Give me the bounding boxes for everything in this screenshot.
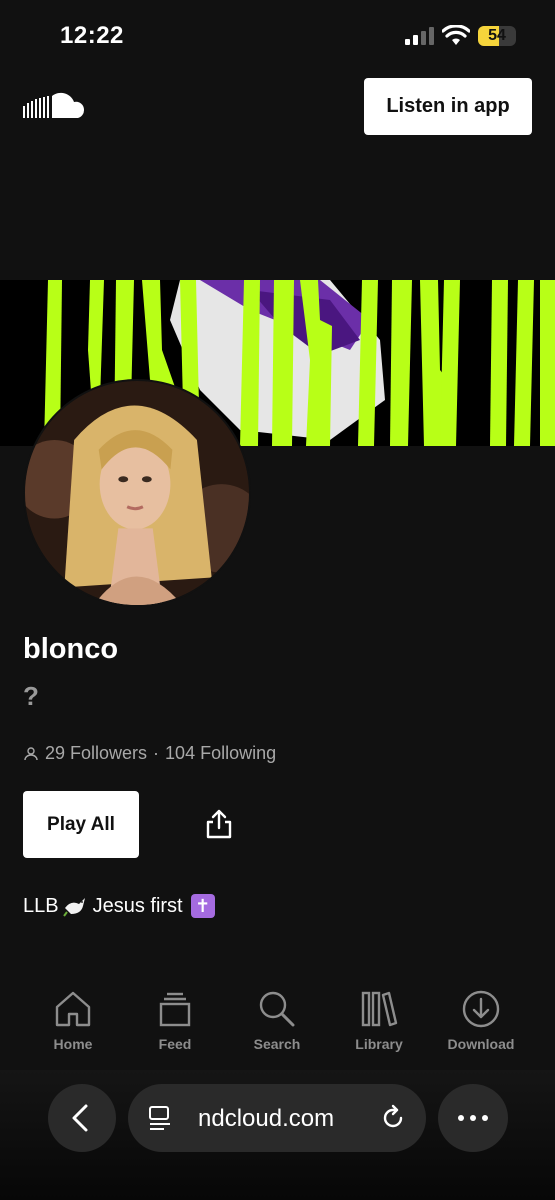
tab-library-label: Library (355, 1036, 403, 1052)
profile-subtitle: ? (23, 681, 39, 711)
latin-cross-icon: ✝ (190, 894, 215, 918)
profile-username: blonco (23, 633, 119, 665)
battery-level: 54 (488, 27, 506, 44)
search-icon (259, 991, 295, 1027)
tab-search[interactable]: Search (227, 980, 327, 1052)
bio-text: LLB (23, 894, 59, 917)
battery-icon: 54 (478, 26, 516, 46)
profile-bio: LLB Jesus first ✝ (23, 894, 215, 918)
browser-toolbar: ndcloud.com (0, 1070, 555, 1200)
tab-home-label: Home (53, 1036, 93, 1052)
address-bar[interactable]: ndcloud.com (128, 1084, 426, 1152)
tab-search-label: Search (253, 1036, 301, 1052)
more-dot-icon (458, 1115, 464, 1121)
profile-avatar[interactable] (23, 379, 251, 607)
home-icon (55, 991, 91, 1027)
share-icon[interactable] (204, 808, 234, 840)
tab-feed[interactable]: Feed (125, 980, 225, 1052)
status-bar: 12:22 54 (0, 0, 555, 70)
bio-text-rest: Jesus first (92, 894, 183, 917)
wifi-icon (442, 25, 470, 45)
download-icon (462, 990, 500, 1028)
browser-back-button[interactable] (48, 1084, 116, 1152)
url-text: ndcloud.com (198, 1105, 335, 1132)
page-menu-icon (149, 1106, 170, 1130)
dove-icon (62, 898, 85, 917)
tab-download[interactable]: Download (431, 980, 531, 1052)
tab-library[interactable]: Library (329, 980, 429, 1052)
avatar-image (25, 381, 249, 605)
library-icon (361, 991, 398, 1027)
more-dot-icon (470, 1115, 476, 1121)
tab-home[interactable]: Home (23, 980, 123, 1052)
listen-in-app-button[interactable]: Listen in app (364, 78, 532, 135)
bottom-tab-bar: Home Feed Search Library Download (0, 980, 555, 1065)
person-icon (24, 746, 38, 760)
following-count[interactable]: 104 Following (165, 743, 276, 764)
soundcloud-logo-icon[interactable] (22, 90, 90, 124)
more-options-button[interactable] (438, 1084, 508, 1152)
chevron-left-icon (72, 1104, 88, 1132)
tab-download-label: Download (447, 1036, 515, 1052)
more-dot-icon (482, 1115, 488, 1121)
reload-icon[interactable] (379, 1104, 407, 1132)
follow-separator: · (153, 743, 160, 763)
tab-feed-label: Feed (158, 1036, 192, 1052)
followers-count[interactable]: 29 Followers (45, 743, 147, 764)
play-all-button[interactable]: Play All (23, 791, 139, 858)
follow-stats: 29 Followers · 104 Following (23, 743, 276, 764)
cellular-signal-icon (405, 27, 434, 45)
status-time: 12:22 (60, 22, 124, 49)
feed-icon (159, 992, 191, 1027)
